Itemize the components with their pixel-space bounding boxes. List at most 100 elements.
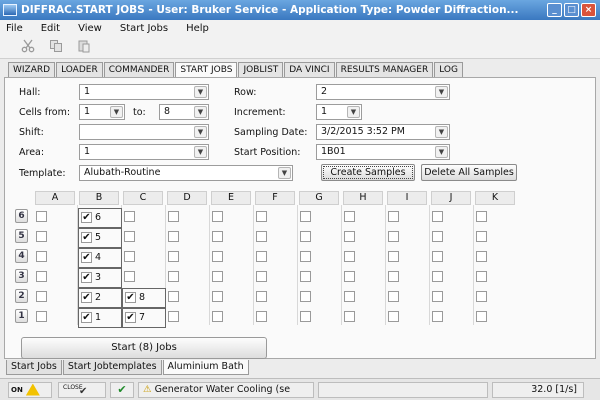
grid-cell-b4[interactable]: ✔ 4 (78, 248, 122, 268)
grid-cell-i6[interactable] (386, 208, 430, 228)
increment-combo[interactable]: 1 ▼ (316, 104, 362, 120)
cell-checkbox[interactable] (344, 251, 355, 262)
cell-checkbox[interactable] (212, 311, 223, 322)
start-jobs-button[interactable]: Start (8) Jobs (21, 337, 267, 359)
grid-cell-j1[interactable] (430, 308, 474, 328)
generator-status[interactable]: ON (8, 382, 52, 398)
column-header-k[interactable]: K (475, 191, 515, 205)
template-combo[interactable]: Alubath-Routine ▼ (79, 165, 293, 181)
cell-checkbox[interactable] (388, 211, 399, 222)
grid-cell-g2[interactable] (298, 288, 342, 308)
menu-edit[interactable]: Edit (41, 23, 60, 34)
grid-cell-h2[interactable] (342, 288, 386, 308)
grid-cell-k4[interactable] (474, 248, 518, 268)
area-combo[interactable]: 1 ▼ (79, 144, 209, 160)
grid-cell-f5[interactable] (254, 228, 298, 248)
grid-cell-k1[interactable] (474, 308, 518, 328)
cell-checkbox[interactable] (36, 271, 47, 282)
tab-commander[interactable]: COMMANDER (103, 62, 175, 77)
grid-cell-i1[interactable] (386, 308, 430, 328)
cell-checkbox[interactable] (300, 211, 311, 222)
grid-cell-j4[interactable] (430, 248, 474, 268)
grid-cell-j2[interactable] (430, 288, 474, 308)
grid-cell-f4[interactable] (254, 248, 298, 268)
close-button[interactable]: × (581, 3, 596, 17)
grid-cell-c5[interactable] (122, 228, 166, 248)
cell-checkbox[interactable] (388, 231, 399, 242)
cell-checkbox[interactable] (212, 271, 223, 282)
column-header-d[interactable]: D (167, 191, 207, 205)
column-header-e[interactable]: E (211, 191, 251, 205)
cell-checkbox[interactable] (344, 311, 355, 322)
grid-cell-c2[interactable]: ✔ 8 (122, 288, 166, 308)
grid-cell-g4[interactable] (298, 248, 342, 268)
cell-checkbox[interactable] (256, 311, 267, 322)
grid-cell-g3[interactable] (298, 268, 342, 288)
grid-cell-b2[interactable]: ✔ 2 (78, 288, 122, 308)
tab-wizard[interactable]: WIZARD (8, 62, 56, 77)
grid-cell-c1[interactable]: ✔ 7 (122, 308, 166, 328)
chevron-down-icon[interactable]: ▼ (435, 146, 448, 158)
cell-checkbox[interactable]: ✔ (81, 292, 92, 303)
cell-checkbox[interactable] (476, 291, 487, 302)
grid-cell-a2[interactable] (34, 288, 78, 308)
cell-checkbox[interactable]: ✔ (81, 272, 92, 283)
cell-checkbox[interactable] (168, 291, 179, 302)
cell-checkbox[interactable] (212, 211, 223, 222)
grid-cell-d2[interactable] (166, 288, 210, 308)
cell-checkbox[interactable] (124, 211, 135, 222)
cell-checkbox[interactable] (256, 251, 267, 262)
cell-checkbox[interactable] (344, 211, 355, 222)
cell-checkbox[interactable] (344, 231, 355, 242)
grid-cell-a3[interactable] (34, 268, 78, 288)
tab-results-manager[interactable]: RESULTS MANAGER (335, 62, 434, 77)
grid-cell-d5[interactable] (166, 228, 210, 248)
tab-loader[interactable]: LOADER (56, 62, 103, 77)
cell-checkbox[interactable] (124, 231, 135, 242)
cell-checkbox[interactable] (476, 211, 487, 222)
grid-cell-j5[interactable] (430, 228, 474, 248)
grid-cell-a1[interactable] (34, 308, 78, 328)
grid-cell-a5[interactable] (34, 228, 78, 248)
grid-cell-c3[interactable] (122, 268, 166, 288)
cell-checkbox[interactable]: ✔ (81, 252, 92, 263)
cell-checkbox[interactable] (300, 291, 311, 302)
chevron-down-icon[interactable]: ▼ (194, 146, 207, 158)
grid-cell-a6[interactable] (34, 208, 78, 228)
column-header-c[interactable]: C (123, 191, 163, 205)
cell-checkbox[interactable] (476, 271, 487, 282)
tab-aluminium-bath[interactable]: Aluminium Bath (162, 360, 249, 375)
grid-cell-h1[interactable] (342, 308, 386, 328)
cell-checkbox[interactable] (476, 231, 487, 242)
cell-checkbox[interactable]: ✔ (125, 312, 136, 323)
cell-checkbox[interactable] (432, 271, 443, 282)
grid-cell-h3[interactable] (342, 268, 386, 288)
grid-cell-e6[interactable] (210, 208, 254, 228)
cell-checkbox[interactable] (212, 231, 223, 242)
cell-checkbox[interactable] (300, 251, 311, 262)
minimize-button[interactable]: _ (547, 3, 562, 17)
to-combo[interactable]: 8 ▼ (159, 104, 209, 120)
cells-from-combo[interactable]: 1 ▼ (79, 104, 125, 120)
tab-start-jobs[interactable]: START JOBS (175, 62, 238, 78)
cell-checkbox[interactable]: ✔ (81, 312, 92, 323)
cell-checkbox[interactable] (388, 271, 399, 282)
grid-cell-e2[interactable] (210, 288, 254, 308)
row-header-3[interactable]: 3 (15, 269, 28, 283)
column-header-b[interactable]: B (79, 191, 119, 205)
cell-checkbox[interactable] (168, 271, 179, 282)
cell-checkbox[interactable] (432, 231, 443, 242)
row-header-1[interactable]: 1 (15, 309, 28, 323)
cell-checkbox[interactable] (36, 251, 47, 262)
grid-cell-k6[interactable] (474, 208, 518, 228)
column-header-h[interactable]: H (343, 191, 383, 205)
menu-file[interactable]: File (6, 23, 23, 34)
cell-checkbox[interactable] (168, 251, 179, 262)
cell-checkbox[interactable] (36, 231, 47, 242)
grid-cell-d6[interactable] (166, 208, 210, 228)
cell-checkbox[interactable] (36, 211, 47, 222)
copy-icon[interactable] (46, 39, 66, 57)
grid-cell-j3[interactable] (430, 268, 474, 288)
grid-cell-i4[interactable] (386, 248, 430, 268)
grid-cell-f3[interactable] (254, 268, 298, 288)
